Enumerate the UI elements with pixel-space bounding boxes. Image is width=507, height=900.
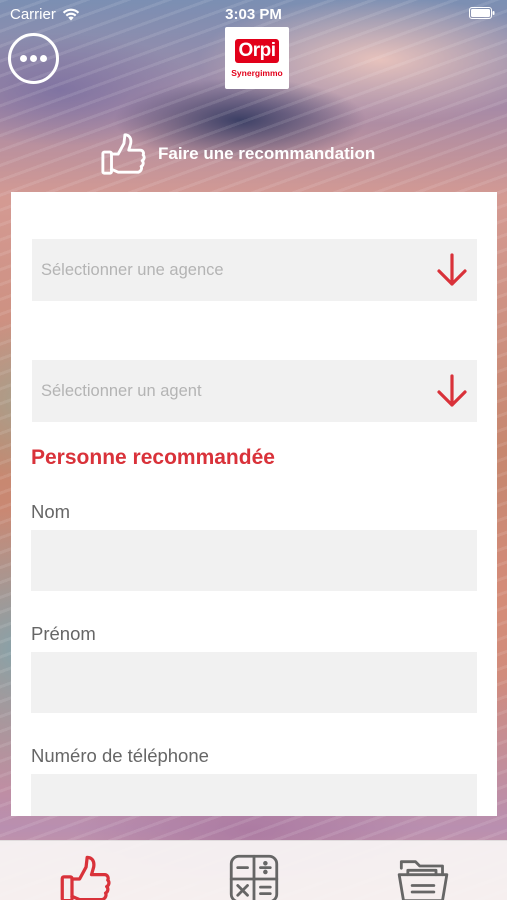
agent-select-placeholder: Sélectionner un agent [41,381,202,400]
arrow-down-icon [437,253,467,286]
ellipsis-icon [20,55,47,62]
first-name-label: Prénom [31,623,96,644]
thumbs-up-icon [60,855,111,900]
phone-label: Numéro de téléphone [31,745,209,766]
tab-recommendation[interactable] [58,853,112,900]
status-time: 3:03 PM [225,6,282,23]
folder-icon [397,860,449,900]
logo-mark: Orpi [235,38,279,63]
status-bar: Carrier 3:03 PM [0,0,507,28]
agency-select-placeholder: Sélectionner une agence [41,260,224,279]
agency-select[interactable]: Sélectionner une agence [32,239,477,301]
menu-button[interactable] [8,33,59,84]
tab-documents[interactable] [396,853,450,900]
recommendation-form: Sélectionner une agence Sélectionner un … [11,192,497,816]
last-name-field[interactable] [31,530,477,591]
tab-calculator[interactable] [227,853,281,900]
phone-field[interactable] [31,774,477,816]
logo-subtext: Synergimmo [231,67,283,78]
battery-icon [469,7,495,19]
page-title: Faire une recommandation [158,144,376,163]
section-title-recommended-person: Personne recommandée [31,446,275,469]
first-name-field[interactable] [31,652,477,713]
page-heading: Faire une recommandation [100,130,375,178]
last-name-label: Nom [31,501,71,522]
arrow-down-icon [437,374,467,407]
orpi-logo: Orpi Synergimmo [225,27,289,89]
calculator-icon [229,854,279,900]
thumbs-up-icon [101,133,146,175]
tab-bar [0,840,507,900]
agent-select[interactable]: Sélectionner un agent [32,360,477,422]
